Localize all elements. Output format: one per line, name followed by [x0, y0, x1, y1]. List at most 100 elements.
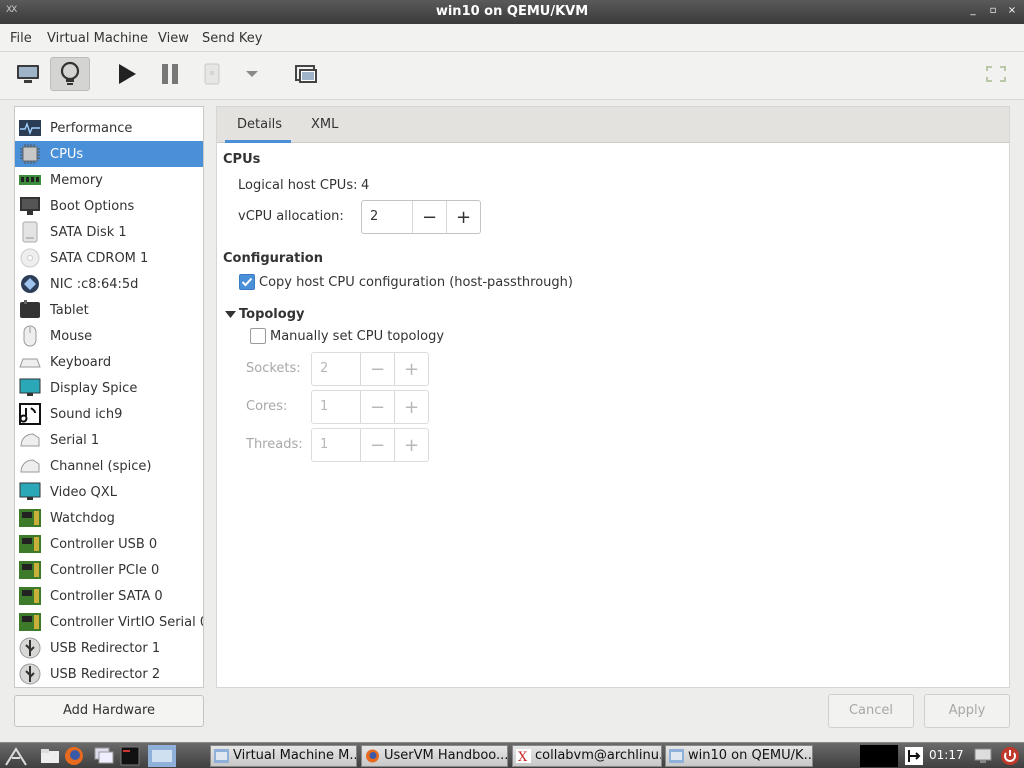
copy-host-cpu-label[interactable]: Copy host CPU configuration (host-passth… — [259, 275, 573, 290]
threads-increment-button[interactable]: + — [394, 429, 428, 461]
taskbar-item-uservm-handbook[interactable]: UserVM Handboo... — [361, 745, 508, 767]
sidebar-item-label: SATA Disk 1 — [50, 224, 127, 240]
minus-icon: − — [421, 206, 438, 228]
sidebar-item-display-spice[interactable]: Display Spice — [15, 375, 203, 401]
shutdown-menu-button[interactable] — [232, 57, 272, 91]
taskbar-item-label: collabvm@archlinu... — [535, 748, 662, 763]
manual-topology-checkbox[interactable] — [250, 328, 266, 344]
sockets-stepper[interactable]: 2 − + — [311, 352, 429, 386]
taskbar-item-terminal[interactable]: X collabvm@archlinu... — [512, 745, 662, 767]
vcpu-allocation-stepper[interactable]: 2 − + — [361, 200, 481, 234]
keyboard-icon — [18, 351, 42, 373]
sidebar-item-cpus[interactable]: CPUs — [15, 141, 203, 167]
sidebar-item-label: Controller PCIe 0 — [50, 562, 160, 578]
file-manager-icon[interactable] — [40, 748, 60, 764]
sidebar-item-sata-disk-1[interactable]: SATA Disk 1 — [15, 219, 203, 245]
cores-input[interactable]: 1 — [312, 391, 360, 423]
threads-input[interactable]: 1 — [312, 429, 360, 461]
menu-file[interactable]: File — [10, 31, 32, 46]
apply-button[interactable]: Apply — [924, 694, 1010, 728]
terminal-icon[interactable] — [120, 746, 140, 766]
controller-icon — [18, 559, 42, 581]
sidebar-item-label: Boot Options — [50, 198, 135, 214]
sidebar-item-serial-1[interactable]: Serial 1 — [15, 427, 203, 453]
pause-button[interactable] — [150, 57, 190, 91]
cores-increment-button[interactable]: + — [394, 391, 428, 423]
sidebar-item-sata-cdrom-1[interactable]: SATA CDROM 1 — [15, 245, 203, 271]
sidebar-item-nic-c8-64-5d[interactable]: NIC :c8:64:5d — [15, 271, 203, 297]
firefox-icon[interactable] — [64, 746, 84, 766]
threads-stepper[interactable]: 1 − + — [311, 428, 429, 462]
sidebar-item-memory[interactable]: Memory — [15, 167, 203, 193]
sockets-increment-button[interactable]: + — [394, 353, 428, 385]
plus-icon: + — [403, 396, 420, 418]
copy-host-cpu-checkbox[interactable] — [239, 274, 255, 290]
sidebar-item-watchdog[interactable]: Watchdog — [15, 505, 203, 531]
manual-topology-label[interactable]: Manually set CPU topology — [270, 329, 444, 344]
taskbar: Virtual Machine M... UserVM Handboo... X… — [0, 742, 1024, 768]
sidebar-item-usb-redirector-2[interactable]: USB Redirector 2 — [15, 661, 203, 687]
tab-details[interactable]: Details — [237, 117, 282, 132]
start-menu-icon[interactable] — [4, 746, 34, 766]
sidebar-item-label: NIC :c8:64:5d — [50, 276, 139, 292]
sidebar-item-performance[interactable]: Performance — [15, 115, 203, 141]
sidebar-item-controller-sata-0[interactable]: Controller SATA 0 — [15, 583, 203, 609]
tab-xml[interactable]: XML — [311, 117, 338, 132]
sockets-decrement-button[interactable]: − — [360, 353, 394, 385]
expander-arrow-icon[interactable] — [225, 310, 236, 319]
sidebar-item-boot-options[interactable]: Boot Options — [15, 193, 203, 219]
maximize-button[interactable]: ▫ — [986, 3, 1000, 19]
snapshots-icon — [295, 65, 317, 83]
sidebar-item-controller-virtio-serial-0[interactable]: Controller VirtIO Serial 0 — [15, 609, 203, 635]
sidebar-item-controller-pcie-0[interactable]: Controller PCIe 0 — [15, 557, 203, 583]
shutdown-button[interactable] — [192, 57, 232, 91]
sidebar-item-sound-ich9[interactable]: Sound ich9 — [15, 401, 203, 427]
virt-manager-icon — [669, 749, 684, 763]
logical-cpus-label: Logical host CPUs: — [238, 178, 358, 193]
topology-heading[interactable]: Topology — [239, 307, 304, 322]
sidebar-item-keyboard[interactable]: Keyboard — [15, 349, 203, 375]
virt-manager-icon — [214, 749, 229, 763]
cores-stepper[interactable]: 1 − + — [311, 390, 429, 424]
snapshots-button[interactable] — [286, 57, 326, 91]
cancel-button[interactable]: Cancel — [828, 694, 914, 728]
console-view-button[interactable] — [8, 57, 48, 91]
details-view-button[interactable] — [50, 57, 90, 91]
add-hardware-button[interactable]: Add Hardware — [14, 695, 204, 727]
close-button[interactable]: × — [1005, 3, 1019, 19]
taskbar-item-win10-qemu[interactable]: win10 on QEMU/K... — [665, 745, 813, 767]
windows-icon[interactable] — [94, 747, 114, 765]
sidebar-item-mouse[interactable]: Mouse — [15, 323, 203, 349]
taskbar-item-virtual-machine-manager[interactable]: Virtual Machine M... — [210, 745, 357, 767]
sidebar-item-label: Channel (spice) — [50, 458, 152, 474]
cores-decrement-button[interactable]: − — [360, 391, 394, 423]
vcpu-increment-button[interactable]: + — [446, 201, 480, 233]
sidebar-item-controller-usb-0[interactable]: Controller USB 0 — [15, 531, 203, 557]
vcpu-allocation-input[interactable]: 2 — [362, 201, 412, 233]
menu-view[interactable]: View — [158, 31, 189, 46]
threads-decrement-button[interactable]: − — [360, 429, 394, 461]
virt-manager-icon[interactable] — [148, 745, 176, 767]
power-icon[interactable] — [1000, 746, 1020, 766]
sidebar-item-label: Serial 1 — [50, 432, 100, 448]
fullscreen-button[interactable] — [976, 57, 1016, 91]
plus-icon: + — [455, 206, 472, 228]
vcpu-decrement-button[interactable]: − — [412, 201, 446, 233]
minimize-button[interactable]: _ — [966, 3, 980, 19]
sidebar-item-usb-redirector-1[interactable]: USB Redirector 1 — [15, 635, 203, 661]
menu-virtual-machine[interactable]: Virtual Machine — [47, 31, 148, 46]
mouse-icon — [18, 325, 42, 347]
sockets-input[interactable]: 2 — [312, 353, 360, 385]
run-button[interactable] — [107, 57, 147, 91]
sidebar-item-channel-spice[interactable]: Channel (spice) — [15, 453, 203, 479]
minus-icon: − — [369, 358, 386, 380]
network-icon[interactable] — [974, 747, 992, 765]
sidebar-item-video-qxl[interactable]: Video QXL — [15, 479, 203, 505]
hardware-list[interactable]: Performance CPUs Memory Boot Options SATA Di… — [14, 106, 204, 688]
channel-icon — [18, 455, 42, 477]
logout-icon[interactable] — [904, 746, 924, 766]
vcpu-allocation-label: vCPU allocation: — [238, 209, 344, 224]
performance-icon — [18, 117, 42, 139]
sidebar-item-tablet[interactable]: Tablet — [15, 297, 203, 323]
menu-send-key[interactable]: Send Key — [202, 31, 262, 46]
